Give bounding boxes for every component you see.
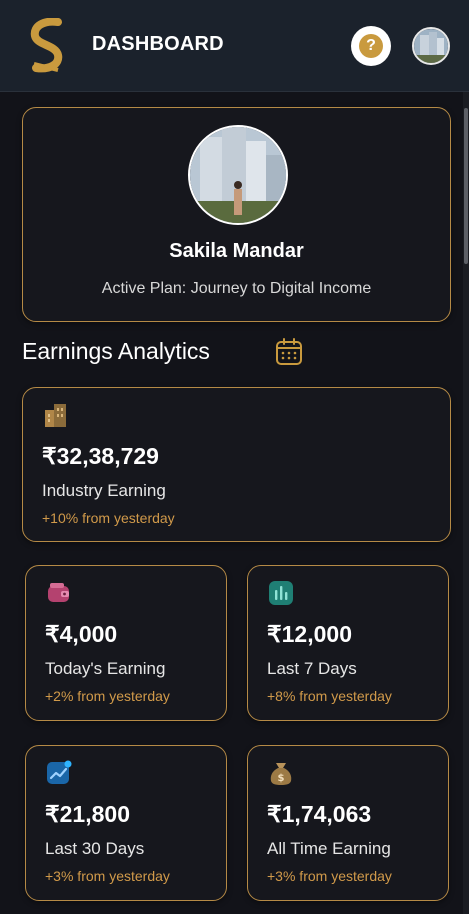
earning-amount: ₹12,000 [267,621,352,647]
earning-amount: ₹1,74,063 [267,801,372,827]
earning-change: +3% from yesterday [45,868,170,884]
building-icon [45,404,66,427]
trending-up-icon [47,760,72,784]
bar-chart-icon [269,581,293,605]
all-time-earning-card[interactable]: $ ₹1,74,063 All Time Earning +3% from ye… [247,745,449,901]
earning-label: Last 7 Days [267,659,357,678]
question-icon: ? [359,34,383,58]
last-7-days-card[interactable]: ₹12,000 Last 7 Days +8% from yesterday [247,565,449,721]
page-title: DASHBOARD [92,33,224,55]
money-bag-icon: $ [270,763,292,785]
last-30-days-card[interactable]: ₹21,800 Last 30 Days +3% from yesterday [25,745,227,901]
avatar-photo-icon [414,29,448,63]
top-header: DASHBOARD ? [0,0,469,92]
earning-amount: ₹4,000 [45,621,118,647]
earning-change: +3% from yesterday [267,868,392,884]
earning-label: All Time Earning [267,839,391,858]
earning-change: +2% from yesterday [45,688,170,704]
profile-card: Sakila Mandar Active Plan: Journey to Di… [22,107,451,322]
wallet-icon [48,583,69,602]
today-earning-card[interactable]: ₹4,000 Today's Earning +2% from yesterda… [25,565,227,721]
profile-name: Sakila Mandar [169,240,304,262]
help-button[interactable]: ? [351,26,391,66]
industry-earning-card[interactable]: ₹32,38,729 Industry Earning +10% from ye… [22,387,451,542]
profile-avatar [188,125,288,225]
profile-photo-icon [190,127,286,223]
earning-amount: ₹21,800 [45,801,130,827]
earning-change: +8% from yesterday [267,688,392,704]
earning-label: Last 30 Days [45,839,145,858]
svg-text:$: $ [278,773,285,784]
earning-label: Industry Earning [42,481,166,500]
header-avatar[interactable] [412,27,450,65]
earning-change: +10% from yesterday [42,510,175,526]
active-plan-text: Active Plan: Journey to Digital Income [101,280,372,297]
s-logo-icon[interactable] [30,18,64,74]
calendar-icon[interactable] [275,338,303,366]
earning-amount: ₹32,38,729 [42,443,159,469]
earnings-analytics-title: Earnings Analytics [22,338,210,364]
earning-label: Today's Earning [45,659,166,678]
scrollbar-thumb[interactable] [464,108,468,264]
